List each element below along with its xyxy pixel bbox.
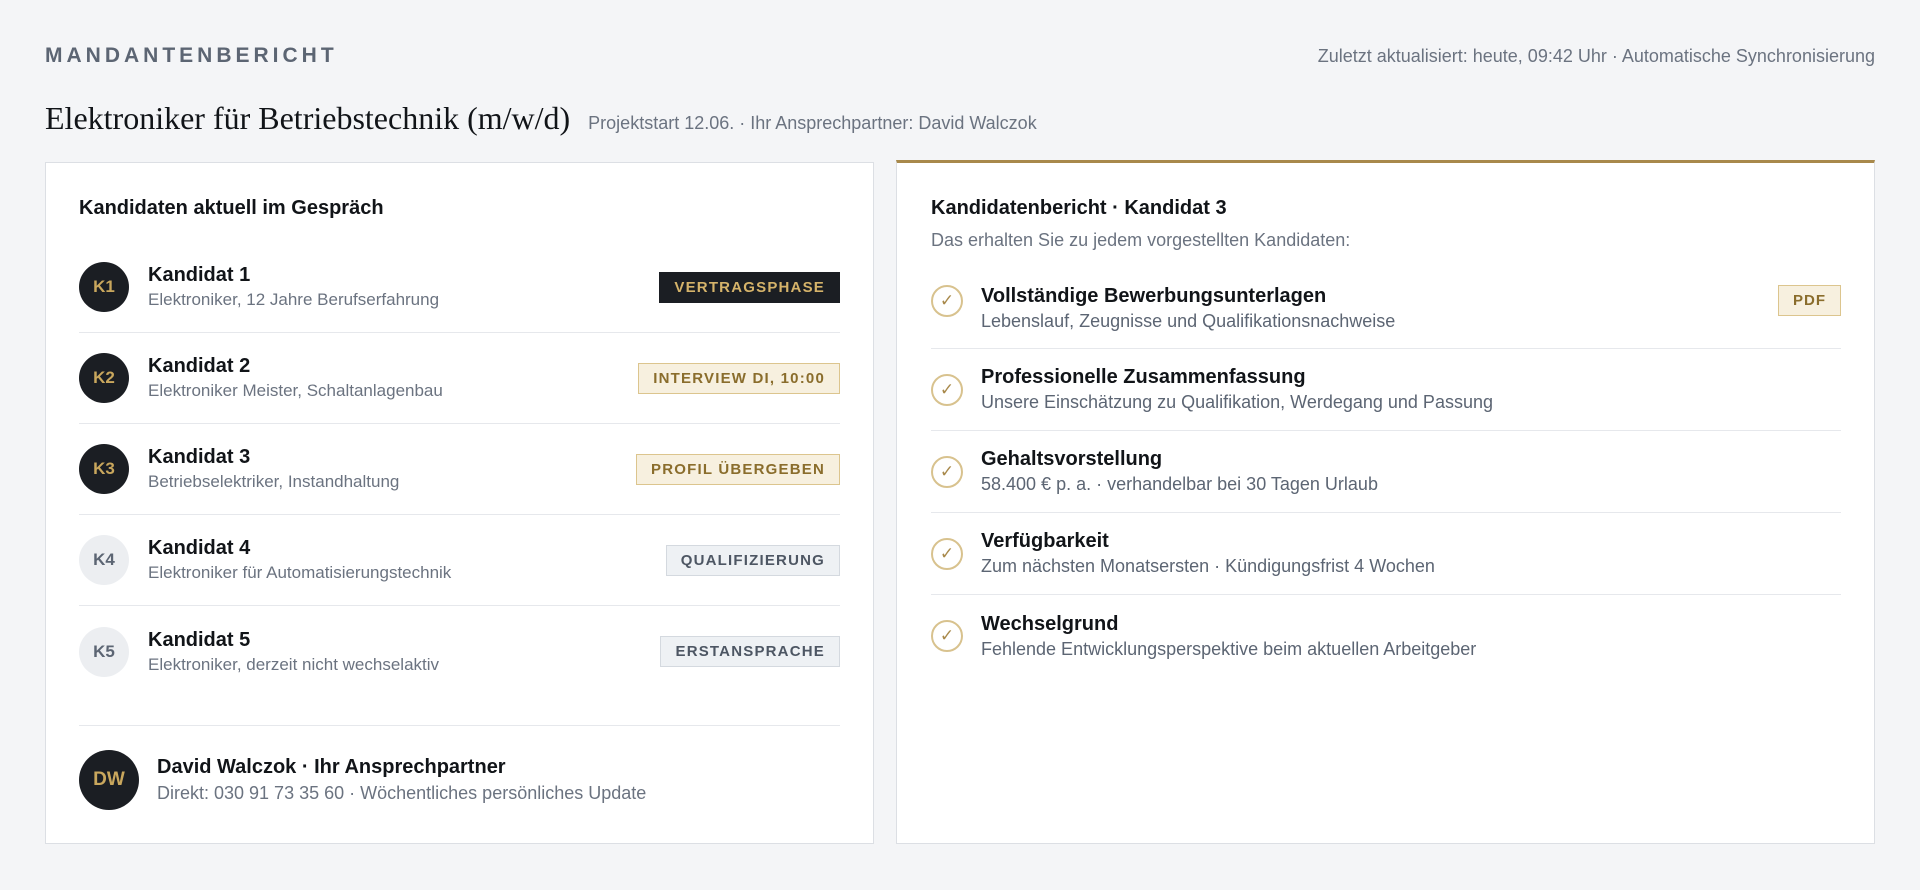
candidate-name: Kandidat 1 — [148, 264, 251, 286]
avatar: K3 — [79, 444, 129, 494]
report-item-description: Lebenslauf, Zeugnisse und Qualifikations… — [981, 311, 1396, 331]
report-heading: Kandidatenbericht · Kandidat 3 — [931, 197, 1227, 219]
avatar: K5 — [79, 626, 129, 677]
top-bar: MANDANTENBERICHT Zuletzt aktualisiert: h… — [45, 44, 1875, 68]
contact-name: David Walczok · Ihr Ansprechpartner — [157, 756, 506, 778]
report-item: ✓ Wechselgrund Fehlende Entwicklungspers… — [931, 595, 1841, 677]
candidate-name: Kandidat 2 — [148, 355, 251, 377]
brand-label: MANDANTENBERICHT — [45, 44, 338, 67]
report-panel: Kandidatenbericht · Kandidat 3 Das erhal… — [896, 160, 1875, 844]
candidate-description: Elektroniker für Automatisierungstechnik — [148, 563, 452, 582]
candidate-description: Elektroniker, derzeit nicht wechselaktiv — [148, 654, 440, 674]
candidate-description: Elektroniker Meister, Schaltanlagenbau — [148, 381, 443, 400]
report-item-title: Vollständige Bewerbungsunterlagen — [981, 285, 1327, 307]
candidate-description: Betriebselektriker, Instandhaltung — [148, 472, 400, 491]
checkmark-icon: ✓ — [931, 620, 963, 652]
page-subtitle: Projektstart 12.06. · Ihr Ansprechpartne… — [588, 113, 1037, 133]
checkmark-icon: ✓ — [931, 455, 963, 488]
last-updated-text: Zuletzt aktualisiert: heute, 09:42 Uhr ·… — [1317, 45, 1875, 66]
report-item-description: Fehlende Entwicklungsperspektive beim ak… — [981, 638, 1477, 659]
pdf-badge[interactable]: PDF — [1778, 285, 1841, 316]
candidates-heading: Kandidaten aktuell im Gespräch — [79, 197, 384, 219]
contact-card: DW David Walczok · Ihr Ansprechpartner D… — [79, 725, 840, 810]
status-badge: INTERVIEW DI, 10:00 — [638, 362, 840, 394]
report-item: ✓ Professionelle Zusammenfassung Unsere … — [931, 349, 1841, 431]
page-title: Elektroniker für Betriebstechnik (m/w/d) — [45, 100, 571, 136]
candidate-row[interactable]: K1 Kandidat 1 Elektroniker, 12 Jahre Ber… — [79, 242, 840, 333]
checkmark-icon: ✓ — [931, 537, 963, 570]
report-list: ✓ Vollständige Bewerbungsunterlagen Lebe… — [931, 277, 1841, 677]
report-item-title: Verfügbarkeit — [981, 530, 1109, 552]
candidate-row[interactable]: K2 Kandidat 2 Elektroniker Meister, Scha… — [79, 333, 840, 424]
report-item-description: 58.400 € p. a. · verhandelbar bei 30 Tag… — [981, 474, 1378, 494]
candidate-name: Kandidat 3 — [148, 446, 251, 468]
report-item: ✓ Vollständige Bewerbungsunterlagen Lebe… — [931, 277, 1841, 349]
report-item: ✓ Gehaltsvorstellung 58.400 € p. a. · ve… — [931, 431, 1841, 513]
candidates-panel: Kandidaten aktuell im Gespräch K1 Kandid… — [45, 162, 874, 844]
candidate-name: Kandidat 4 — [148, 537, 251, 559]
checkmark-icon: ✓ — [931, 285, 963, 317]
status-badge: QUALIFIZIERUNG — [665, 544, 840, 576]
avatar: K2 — [79, 353, 129, 403]
report-intro: Das erhalten Sie zu jedem vorgestellten … — [931, 230, 1351, 250]
report-item-title: Professionelle Zusammenfassung — [981, 366, 1306, 388]
report-item-title: Wechselgrund — [981, 612, 1119, 635]
status-badge: ERSTANSPRACHE — [660, 636, 840, 667]
avatar: K1 — [79, 262, 129, 312]
avatar: K4 — [79, 535, 129, 585]
report-item: ✓ Verfügbarkeit Zum nächsten Monatserste… — [931, 513, 1841, 595]
candidate-description: Elektroniker, 12 Jahre Berufserfahrung — [148, 290, 440, 309]
report-item-title: Gehaltsvorstellung — [981, 448, 1163, 470]
candidate-name: Kandidat 5 — [148, 628, 251, 651]
candidate-list: K1 Kandidat 1 Elektroniker, 12 Jahre Ber… — [79, 242, 840, 697]
candidate-row[interactable]: K5 Kandidat 5 Elektroniker, derzeit nich… — [79, 606, 840, 697]
report-item-description: Unsere Einschätzung zu Qualifikation, We… — [981, 392, 1493, 412]
contact-details: Direkt: 030 91 73 35 60 · Wöchentliches … — [157, 783, 647, 803]
contact-avatar: DW — [79, 750, 139, 810]
report-item-description: Zum nächsten Monatsersten · Kündigungsfr… — [981, 556, 1435, 576]
candidate-row[interactable]: K3 Kandidat 3 Betriebselektriker, Instan… — [79, 424, 840, 515]
candidate-row[interactable]: K4 Kandidat 4 Elektroniker für Automatis… — [79, 515, 840, 606]
status-badge: VERTRAGSPHASE — [659, 271, 840, 303]
checkmark-icon: ✓ — [931, 373, 963, 406]
status-badge: PROFIL ÜBERGEBEN — [636, 453, 840, 485]
title-row: Elektroniker für Betriebstechnik (m/w/d)… — [45, 100, 1037, 137]
